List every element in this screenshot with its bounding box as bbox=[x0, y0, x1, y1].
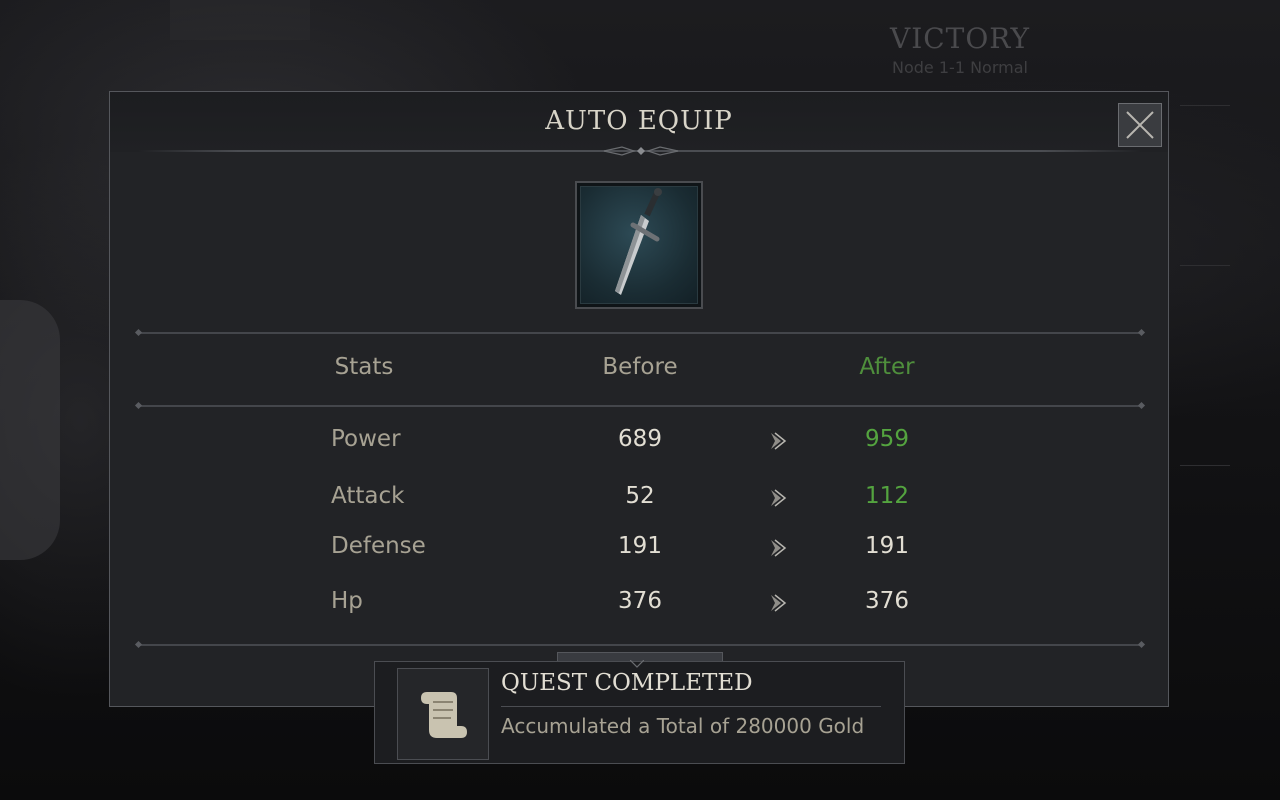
background-statue bbox=[0, 300, 60, 560]
close-button[interactable] bbox=[1118, 103, 1162, 147]
arrow-right-icon bbox=[771, 594, 787, 612]
quest-icon-frame bbox=[397, 668, 489, 760]
stat-label: Attack bbox=[331, 483, 405, 509]
equipped-item-slot[interactable] bbox=[575, 181, 703, 309]
stat-label: Defense bbox=[331, 533, 426, 559]
stat-after-value: 376 bbox=[865, 588, 909, 614]
stat-label: Hp bbox=[331, 588, 363, 614]
stat-before-value: 191 bbox=[618, 533, 662, 559]
stat-after-value: 112 bbox=[865, 483, 909, 509]
quest-completed-toast: QUEST COMPLETED Accumulated a Total of 2… bbox=[374, 660, 905, 764]
auto-equip-modal: AUTO EQUIP Stats Before After Power 689 bbox=[109, 91, 1169, 707]
column-header-stats: Stats bbox=[334, 354, 394, 380]
victory-title: VICTORY bbox=[889, 22, 1031, 55]
stat-row-power: Power 689 959 bbox=[110, 422, 1168, 458]
stat-row-attack: Attack 52 112 bbox=[110, 479, 1168, 515]
stat-before-value: 52 bbox=[625, 483, 655, 509]
toast-divider bbox=[501, 706, 881, 707]
stat-after-value: 191 bbox=[865, 533, 909, 559]
stat-row-hp: Hp 376 376 bbox=[110, 584, 1168, 620]
column-header-before: Before bbox=[602, 354, 678, 380]
arrow-right-icon bbox=[771, 489, 787, 507]
modal-title: AUTO EQUIP bbox=[545, 106, 733, 136]
stat-label: Power bbox=[331, 426, 401, 452]
divider bbox=[138, 332, 1142, 334]
sword-icon bbox=[615, 188, 662, 295]
background-divider bbox=[1180, 265, 1230, 266]
stat-row-defense: Defense 191 191 bbox=[110, 529, 1168, 565]
victory-subtitle: Node 1-1 Normal bbox=[892, 58, 1028, 77]
stat-after-value: 959 bbox=[865, 426, 909, 452]
title-ornament-icon bbox=[603, 146, 679, 156]
arrow-right-icon bbox=[771, 432, 787, 450]
column-header-after: After bbox=[859, 354, 915, 380]
divider bbox=[138, 405, 1142, 407]
toast-notch bbox=[630, 660, 644, 668]
stat-before-value: 689 bbox=[618, 426, 662, 452]
modal-header: AUTO EQUIP bbox=[110, 92, 1168, 152]
toast-description: Accumulated a Total of 280000 Gold bbox=[501, 714, 865, 738]
close-icon bbox=[1126, 111, 1154, 139]
background-divider bbox=[1180, 465, 1230, 466]
stat-before-value: 376 bbox=[618, 588, 662, 614]
toast-title: QUEST COMPLETED bbox=[501, 670, 753, 696]
arrow-right-icon bbox=[771, 539, 787, 557]
divider bbox=[138, 644, 1142, 646]
background-ornament bbox=[170, 0, 310, 40]
background-divider bbox=[1180, 105, 1230, 106]
scroll-icon bbox=[421, 692, 467, 738]
item-portrait bbox=[580, 186, 698, 304]
